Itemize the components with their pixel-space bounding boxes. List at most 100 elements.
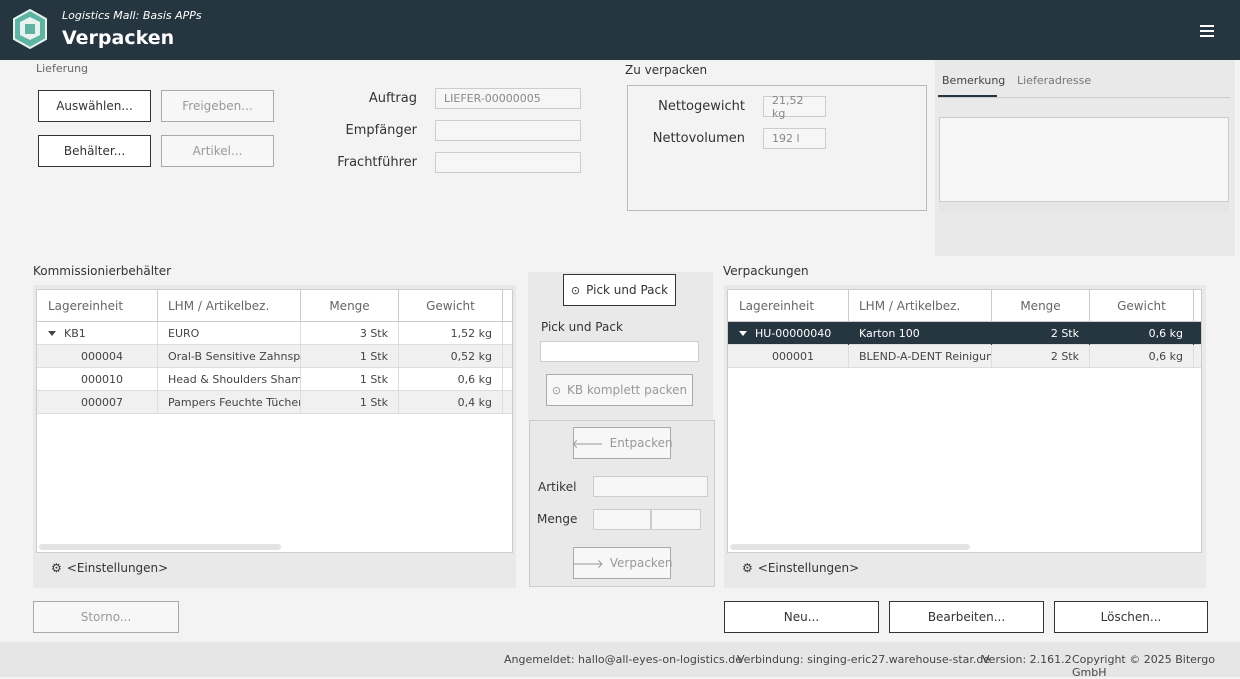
neu-button[interactable]: Neu... xyxy=(724,601,879,633)
entpacken-button-label: Entpacken xyxy=(609,436,673,450)
column-header-menge[interactable]: Menge xyxy=(992,290,1090,322)
circle-arrow-icon: ⊙ xyxy=(551,383,562,397)
table-row-selected[interactable]: HU-00000040 Karton 100 2 Stk 0,6 kg xyxy=(728,322,1201,345)
kb-komplett-packen-button[interactable]: ⊙ KB komplett packen xyxy=(546,374,693,406)
column-header-lagereinheit[interactable]: Lagereinheit xyxy=(728,290,849,322)
pick-und-pack-button[interactable]: ⊙ Pick und Pack xyxy=(563,274,676,306)
storno-button[interactable]: Storno... xyxy=(33,601,179,633)
settings-label: <Einstellungen> xyxy=(757,561,860,575)
lagereinheit-cell: KB1 xyxy=(37,322,158,345)
hamburger-menu-icon[interactable] xyxy=(1200,25,1214,37)
horizontal-scrollbar[interactable] xyxy=(730,544,970,550)
table-row[interactable]: 000010 Head & Shoulders Shampoo 1 Stk 0,… xyxy=(37,368,512,391)
zu-verpacken-title: Zu verpacken xyxy=(625,63,708,77)
bemerkung-textarea[interactable] xyxy=(939,117,1229,202)
page-title: Verpacken xyxy=(62,27,175,49)
menge-input[interactable] xyxy=(593,509,651,530)
menge-cell: 3 Stk xyxy=(301,322,399,345)
kommissionier-title: Kommissionierbehälter xyxy=(33,264,172,278)
column-header-lhm[interactable]: LHM / Artikelbez. xyxy=(158,290,301,322)
expand-triangle-icon[interactable] xyxy=(48,331,56,336)
column-header-gewicht[interactable]: Gewicht xyxy=(1090,290,1194,322)
entpacken-button[interactable]: 🡐 Entpacken xyxy=(571,427,673,459)
auftrag-label: Auftrag xyxy=(368,91,417,106)
horizontal-scrollbar[interactable] xyxy=(39,544,281,550)
frachtfuehrer-field[interactable] xyxy=(435,152,581,173)
lagereinheit-cell: 000001 xyxy=(728,345,849,368)
behaelter-button[interactable]: Behälter... xyxy=(38,135,151,167)
frachtfuehrer-label: Frachtführer xyxy=(337,155,417,170)
nettovolumen-label: Nettovolumen xyxy=(652,131,745,146)
circle-arrow-icon: ⊙ xyxy=(570,283,581,297)
table-row[interactable]: KB1 EURO 3 Stk 1,52 kg xyxy=(37,322,512,345)
verpacken-button[interactable]: 🡒 Verpacken xyxy=(571,547,673,579)
nettogewicht-label: Nettogewicht xyxy=(658,99,745,114)
menge-cell: 2 Stk xyxy=(992,345,1090,368)
lagereinheit-text: HU-00000040 xyxy=(755,327,832,340)
zu-verpacken-box: Nettogewicht 21,52 kg Nettovolumen 192 l xyxy=(627,85,927,211)
expand-triangle-icon[interactable] xyxy=(739,331,747,336)
gewicht-cell: 0,52 kg xyxy=(399,345,503,368)
lhm-cell: EURO xyxy=(158,322,301,345)
app-logo-icon xyxy=(13,9,47,49)
empfaenger-field[interactable] xyxy=(435,120,581,141)
tab-bemerkung[interactable]: Bemerkung xyxy=(942,74,1005,87)
app-header: Logistics Mall: Basis APPs Verpacken xyxy=(0,0,1240,60)
pick-und-pack-label: Pick und Pack xyxy=(541,320,623,334)
status-footer: Angemeldet: hallo@all-eyes-on-logistics.… xyxy=(0,642,1240,679)
artikel-input[interactable] xyxy=(593,476,708,497)
menge-cell: 1 Stk xyxy=(301,345,399,368)
kommissionier-grid-header: Lagereinheit LHM / Artikelbez. Menge Gew… xyxy=(37,290,512,322)
footer-angemeldet: Angemeldet: hallo@all-eyes-on-logistics.… xyxy=(504,653,742,666)
settings-label: <Einstellungen> xyxy=(66,561,169,575)
empfaenger-label: Empfänger xyxy=(345,123,417,138)
table-row[interactable]: 000001 BLEND-A-DENT Reinigungstabs 2 Stk… xyxy=(728,345,1201,368)
menge-unit-input[interactable] xyxy=(651,509,701,530)
menge-cell: 2 Stk xyxy=(992,322,1090,345)
kommissionier-grid: Lagereinheit LHM / Artikelbez. Menge Gew… xyxy=(36,289,513,553)
loeschen-button[interactable]: Löschen... xyxy=(1054,601,1208,633)
lagereinheit-cell: 000010 xyxy=(37,368,158,391)
lhm-cell: Oral-B Sensitive Zahnspülung xyxy=(158,345,301,368)
nettogewicht-field: 21,52 kg xyxy=(763,94,826,120)
auswaehlen-button[interactable]: Auswählen... xyxy=(38,90,151,122)
tab-lieferadresse[interactable]: Lieferadresse xyxy=(1017,74,1091,87)
column-header-gewicht[interactable]: Gewicht xyxy=(399,290,503,322)
column-header-lagereinheit[interactable]: Lagereinheit xyxy=(37,290,158,322)
lagereinheit-cell: 000004 xyxy=(37,345,158,368)
tab-divider xyxy=(938,97,1230,98)
nettovolumen-field: 192 l xyxy=(763,128,826,149)
artikel-button[interactable]: Artikel... xyxy=(161,135,274,167)
verpackungen-grid: Lagereinheit LHM / Artikelbez. Menge Gew… xyxy=(727,289,1202,553)
gewicht-cell: 0,6 kg xyxy=(399,368,503,391)
column-header-lhm[interactable]: LHM / Artikelbez. xyxy=(849,290,992,322)
lhm-cell: BLEND-A-DENT Reinigungstabs xyxy=(849,345,992,368)
gewicht-cell: 0,4 kg xyxy=(399,391,503,414)
column-header-menge[interactable]: Menge xyxy=(301,290,399,322)
freigeben-button[interactable]: Freigeben... xyxy=(161,90,274,122)
footer-verbindung: Verbindung: singing-eric27.warehouse-sta… xyxy=(737,653,991,666)
gear-icon: ⚙ xyxy=(51,561,62,575)
footer-version: Version: 2.161.2 xyxy=(982,653,1072,666)
menge-cell: 1 Stk xyxy=(301,368,399,391)
footer-copyright: Copyright © 2025 Bitergo GmbH xyxy=(1072,653,1215,679)
lhm-cell: Head & Shoulders Shampoo xyxy=(158,368,301,391)
bearbeiten-button[interactable]: Bearbeiten... xyxy=(889,601,1044,633)
lhm-cell: Karton 100 xyxy=(849,322,992,345)
menge-label: Menge xyxy=(537,512,578,526)
lagereinheit-cell: 000007 xyxy=(37,391,158,414)
table-row[interactable]: 000004 Oral-B Sensitive Zahnspülung 1 St… xyxy=(37,345,512,368)
pick-und-pack-input[interactable] xyxy=(540,341,699,362)
verpackungen-settings[interactable]: ⚙ <Einstellungen> xyxy=(742,561,859,575)
arrow-left-icon: 🡐 xyxy=(571,436,604,451)
auftrag-field[interactable]: LIEFER-00000005 xyxy=(435,88,581,109)
verpacken-button-label: Verpacken xyxy=(609,556,673,570)
table-row[interactable]: 000007 Pampers Feuchte Tücher Baby 1 Stk… xyxy=(37,391,512,414)
verpackungen-grid-header: Lagereinheit LHM / Artikelbez. Menge Gew… xyxy=(728,290,1201,322)
kommissionier-settings[interactable]: ⚙ <Einstellungen> xyxy=(51,561,168,575)
arrow-right-icon: 🡒 xyxy=(571,556,604,571)
lieferung-label: Lieferung xyxy=(36,62,89,75)
main-content: Lieferung Auswählen... Freigeben... Behä… xyxy=(0,60,1240,642)
gear-icon: ⚙ xyxy=(742,561,753,575)
lagereinheit-cell: HU-00000040 xyxy=(728,322,849,345)
